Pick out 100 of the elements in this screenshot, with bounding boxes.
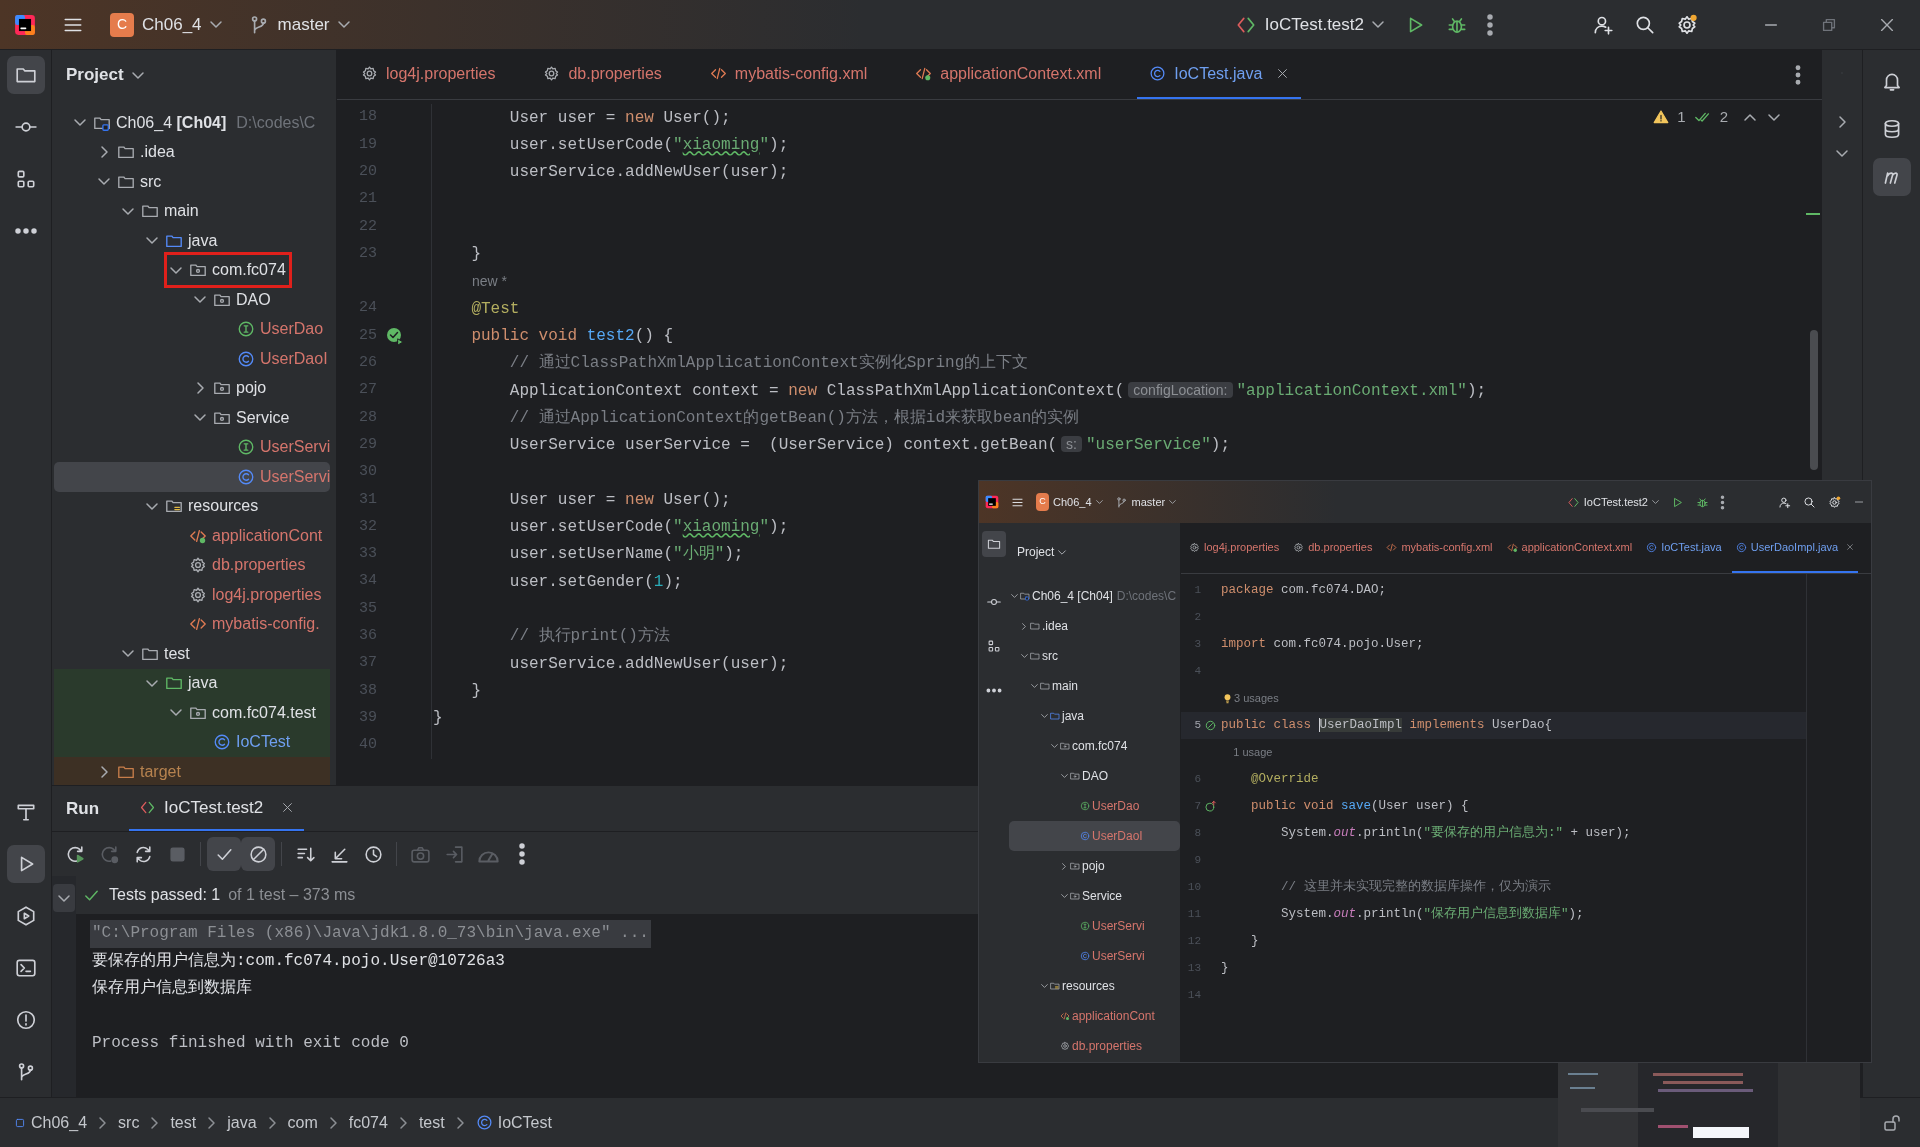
tree-item[interactable]: UserDaoI [54,344,330,374]
editor-tab[interactable]: IoCTest.java [1137,50,1302,99]
tree-item[interactable]: Service [1009,881,1180,911]
tree-item[interactable]: db.properties [1009,1031,1180,1061]
chevron-icon[interactable] [194,296,206,304]
warning-icon[interactable] [1653,109,1670,126]
bug-icon[interactable] [1696,495,1709,509]
chevron-icon[interactable] [122,207,134,215]
chevron-icon[interactable] [100,146,108,159]
settings-icon[interactable] [1828,495,1841,509]
chevron-up-icon[interactable] [1744,113,1756,121]
breadcrumb-link[interactable]: src [118,1110,140,1135]
tree-item[interactable]: java [54,668,330,698]
tree-item[interactable]: com.fc074.test [54,698,330,728]
chevron-right-icon[interactable] [1838,116,1846,128]
editor-tab[interactable]: IoCTest.java [1642,523,1726,573]
chevron-icon[interactable] [1050,744,1058,748]
unlock-icon[interactable] [1882,1112,1902,1133]
breadcrumb-link[interactable]: fc074 [348,1110,388,1135]
check-button[interactable] [207,837,241,871]
search-icon[interactable] [1803,495,1816,509]
tree-item[interactable]: UserServi [1009,941,1180,971]
search-icon[interactable] [1634,13,1656,36]
maven-tool-button[interactable] [1872,158,1911,196]
chevron-icon[interactable] [1040,714,1048,718]
chevron-icon[interactable] [1060,774,1068,778]
chevron-icon[interactable] [146,679,158,687]
tree-item[interactable]: .idea [1009,611,1180,641]
tree-item[interactable]: applicationCont [54,521,330,551]
tree-item[interactable]: src [1009,641,1180,671]
tree-item[interactable]: pojo [1009,851,1180,881]
chevron-icon[interactable] [170,266,182,274]
chevron-icon[interactable] [1060,894,1068,898]
project-selector[interactable]: C Ch06_4 [1036,493,1103,511]
run-tab[interactable]: IoCTest.test2 [129,786,305,831]
chevron-icon[interactable] [146,237,158,245]
tree-item[interactable]: UserServi [1009,911,1180,941]
editor-tab[interactable]: applicationContext.xml [903,50,1114,99]
tree-item[interactable]: test [54,639,330,669]
settings-icon[interactable] [1676,13,1698,36]
editor-tab[interactable]: mybatis-config.xml [1382,523,1497,573]
close-icon[interactable] [1276,67,1290,80]
folder-tool-button[interactable] [982,531,1006,557]
editor-tab[interactable]: mybatis-config.xml [697,50,880,99]
run-tool-button[interactable] [6,845,45,883]
run-test-icon[interactable] [385,326,405,346]
chevron-icon[interactable] [1010,594,1018,598]
chevron-icon[interactable] [1020,654,1028,658]
structure-icon[interactable] [987,639,1001,653]
chevron-icon[interactable] [100,765,108,778]
chevron-icon[interactable] [1030,684,1038,688]
chevron-icon[interactable] [1022,622,1026,630]
more-icon[interactable] [1721,495,1724,509]
tree-item[interactable]: src [54,167,330,197]
tree-item[interactable]: java [1009,701,1180,731]
folder-tool-button[interactable] [6,56,45,94]
panel-title[interactable]: Project [1017,543,1067,561]
editor-tab[interactable]: UserDaoImpl.java [1731,523,1859,573]
run-config-selector[interactable]: IoCTest.test2 [1234,11,1384,38]
chevron-icon[interactable] [170,709,182,717]
editor-tab[interactable]: log4j.properties [349,50,508,99]
chevron-icon[interactable] [122,650,134,658]
cancel-button[interactable] [241,837,275,871]
close-icon[interactable] [281,801,295,814]
tree-item[interactable]: resources [1009,971,1180,1001]
run-config-selector[interactable]: IoCTest.test2 [1566,493,1659,511]
chevron-icon[interactable] [194,414,206,422]
chevron-down-icon[interactable] [1768,113,1780,121]
breadcrumb-link[interactable]: com [287,1110,318,1135]
tree-item[interactable]: log4j.properties [54,580,330,610]
tree-item[interactable]: com.fc074 [1009,731,1180,761]
chevron-icon[interactable] [98,178,110,186]
run-icon[interactable] [1671,495,1684,509]
breadcrumb-link[interactable]: test [418,1110,445,1135]
editor-tab[interactable]: db.properties [1289,523,1377,573]
tree-item[interactable]: java [54,226,330,256]
tree-item[interactable]: db.properties [54,550,330,580]
tree-item[interactable]: Service [54,403,330,433]
branch-selector[interactable]: master [1114,493,1177,511]
tree-item[interactable]: DAO [54,285,330,315]
tree-item[interactable]: UserDao [1009,791,1180,821]
chevron-icon[interactable] [74,119,86,127]
tree-item[interactable]: mybatis-config. [54,609,330,639]
branch-selector[interactable]: master [247,11,350,38]
project-selector[interactable]: C Ch06_4 [110,11,222,38]
chevron-down-icon[interactable] [1836,150,1848,157]
tree-item[interactable]: IoCTest [54,727,330,757]
tree-item[interactable]: target [54,757,330,785]
tree-item[interactable]: applicationCont [1009,1001,1180,1031]
add-user-icon[interactable] [1778,495,1791,509]
editor-tab[interactable]: log4j.properties [1185,523,1284,573]
tree-item[interactable]: main [54,196,330,226]
panel-title[interactable]: Project [66,62,144,88]
breadcrumb-link[interactable]: Ch06_4 [14,1110,88,1135]
chevron-icon[interactable] [146,502,158,510]
tree-item[interactable]: pojo [54,373,330,403]
tree-item[interactable]: .idea [54,137,330,167]
editor-tab[interactable]: applicationContext.xml [1502,523,1637,573]
tree-item[interactable]: Ch06_4 [Ch04] D:\codes\C [54,108,330,138]
tree-item[interactable]: resources [54,491,330,521]
